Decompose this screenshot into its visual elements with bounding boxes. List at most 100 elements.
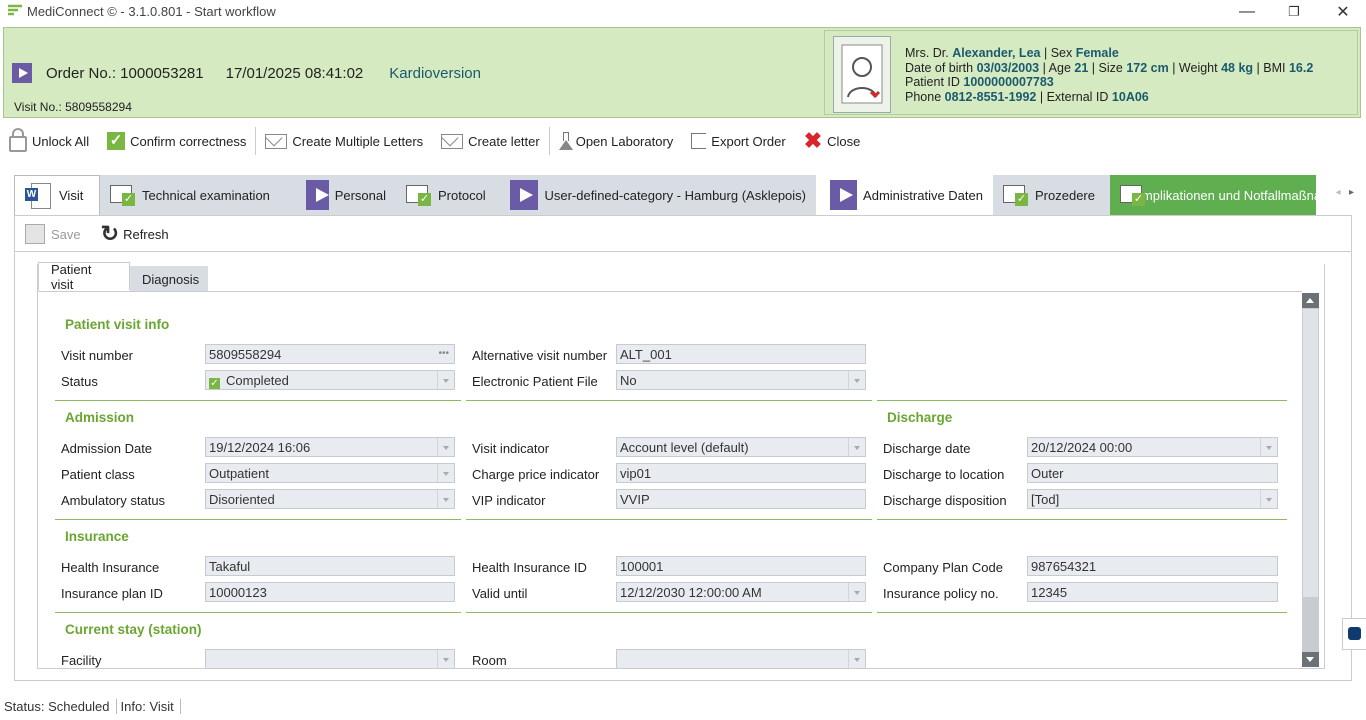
status-label: Status — [61, 374, 98, 389]
visit-number-field[interactable]: 5809558294 ••• — [205, 344, 455, 364]
discharge-location-field[interactable]: Outer — [1027, 463, 1278, 483]
dropdown-arrow-icon[interactable] — [437, 438, 454, 456]
title-bar: MediConnect © - 3.1.0.801 - Start workfl… — [0, 0, 1366, 24]
health-insurance-id-label: Health Insurance ID — [472, 560, 587, 575]
dropdown-arrow-icon[interactable] — [848, 650, 865, 668]
tab-prozedere[interactable]: Prozedere — [993, 175, 1110, 215]
section-current-stay: Current stay (station) — [65, 622, 202, 637]
discharge-disposition-select[interactable]: [Tod] — [1027, 489, 1278, 509]
dropdown-arrow-icon[interactable] — [437, 371, 454, 389]
divider — [15, 251, 1351, 252]
more-icon[interactable]: ••• — [438, 346, 449, 361]
remote-support-widget-icon[interactable] — [1342, 618, 1366, 650]
export-icon — [691, 133, 707, 149]
tab-visit[interactable]: Visit — [14, 175, 100, 215]
valid-until-field[interactable]: 12/12/2030 12:00:00 AM — [616, 582, 866, 602]
scroll-up-icon[interactable] — [1302, 293, 1319, 308]
tab-protocol[interactable]: Protocol — [396, 175, 500, 215]
charge-price-indicator-field[interactable]: vip01 — [616, 463, 866, 483]
vip-indicator-field[interactable]: VVIP — [616, 489, 866, 509]
room-select[interactable] — [616, 649, 866, 668]
dropdown-arrow-icon[interactable] — [848, 583, 865, 601]
divider — [877, 612, 1287, 613]
play-icon — [830, 180, 858, 210]
discharge-date-label: Discharge date — [883, 441, 971, 456]
company-plan-code-field[interactable]: 987654321 — [1027, 556, 1278, 576]
procedure-name: Kardioversion — [389, 64, 481, 82]
patient-info-box: Mrs. Dr. Alexander, Lea | Sex Female Dat… — [824, 30, 1358, 115]
patient-class-select[interactable]: Outpatient — [205, 463, 455, 483]
tab-komplikationen[interactable]: Komplikationen und Notfallmaßnahmen — [1110, 175, 1316, 215]
subtab-diagnosis[interactable]: Diagnosis — [130, 266, 208, 292]
restore-button[interactable]: ❐ — [1271, 0, 1317, 24]
form-scrollbar[interactable] — [1302, 293, 1319, 667]
admission-date-field[interactable]: 19/12/2024 16:06 — [205, 437, 455, 457]
electronic-patient-file-select[interactable]: No — [616, 370, 866, 390]
chevron-right-icon[interactable]: ▸ — [1349, 187, 1354, 198]
divider — [877, 400, 1287, 401]
health-insurance-id-field[interactable]: 100001 — [616, 556, 866, 576]
dropdown-arrow-icon[interactable] — [848, 371, 865, 389]
insurance-plan-id-label: Insurance plan ID — [61, 586, 163, 601]
close-window-button[interactable]: ✕ — [1320, 0, 1366, 24]
order-datetime: 17/01/2025 08:41:02 — [225, 64, 364, 82]
save-disk-icon — [25, 224, 45, 244]
section-admission: Admission — [65, 410, 135, 425]
ambulatory-status-label: Ambulatory status — [61, 493, 166, 508]
visit-number-label: Visit number — [61, 348, 134, 363]
facility-label: Facility — [61, 653, 102, 668]
play-icon[interactable] — [12, 63, 32, 83]
scroll-thumb[interactable] — [1303, 309, 1318, 597]
tab-scroll-arrows[interactable]: ◂ ▸ — [1336, 187, 1354, 198]
envelope-icon — [265, 133, 288, 149]
alt-visit-number-field[interactable]: ALT_001 — [616, 344, 866, 364]
calendar-check-icon — [110, 183, 136, 207]
visit-indicator-select[interactable]: Account level (default) — [616, 437, 866, 457]
status-select[interactable]: ✓ Completed — [205, 370, 455, 390]
sub-toolbar: Save ↻ Refresh — [25, 221, 169, 246]
divider — [55, 400, 461, 401]
dropdown-arrow-icon[interactable] — [1260, 490, 1277, 508]
electronic-patient-file-label: Electronic Patient File — [472, 374, 598, 389]
close-order-button[interactable]: ✖ Close — [795, 126, 870, 156]
dropdown-arrow-icon[interactable] — [848, 438, 865, 456]
insurance-plan-id-field[interactable]: 10000123 — [205, 582, 455, 602]
patient-name: Alexander, Lea — [952, 46, 1041, 60]
save-button[interactable]: Save — [25, 224, 81, 244]
dropdown-arrow-icon[interactable] — [1260, 438, 1277, 456]
discharge-date-field[interactable]: 20/12/2024 00:00 — [1027, 437, 1278, 457]
tab-personal[interactable]: Personal — [296, 175, 396, 215]
facility-select[interactable] — [205, 649, 455, 668]
refresh-button[interactable]: ↻ Refresh — [100, 221, 169, 246]
insurance-policy-no-label: Insurance policy no. — [883, 586, 999, 601]
dropdown-arrow-icon[interactable] — [437, 464, 454, 482]
create-multiple-letters-button[interactable]: Create Multiple Letters — [256, 126, 432, 156]
tab-administrative-daten[interactable]: Administrative Daten — [820, 175, 993, 215]
tab-technical-examination[interactable]: Technical examination — [100, 175, 296, 215]
tab-user-defined-category[interactable]: User-defined-category - Hamburg (Asklepo… — [500, 175, 816, 215]
dropdown-arrow-icon[interactable] — [437, 650, 454, 668]
scroll-down-icon[interactable] — [1302, 652, 1319, 667]
unlock-all-button[interactable]: Unlock All — [0, 126, 98, 156]
subtab-patient-visit[interactable]: Patient visit — [38, 262, 130, 292]
open-laboratory-button[interactable]: Open Laboratory — [550, 126, 683, 156]
create-letter-button[interactable]: Create letter — [432, 126, 549, 156]
discharge-location-label: Discharge to location — [883, 467, 1005, 482]
ambulatory-status-select[interactable]: Disoriented — [205, 489, 455, 509]
insurance-policy-no-field[interactable]: 12345 — [1027, 582, 1278, 602]
health-insurance-field[interactable]: Takaful — [205, 556, 455, 576]
divider — [466, 400, 872, 401]
divider — [877, 519, 1287, 520]
divider — [466, 519, 872, 520]
window-title: MediConnect © - 3.1.0.801 - Start workfl… — [27, 4, 276, 19]
export-order-button[interactable]: Export Order — [682, 126, 794, 156]
confirm-correctness-button[interactable]: ✓ Confirm correctness — [98, 126, 255, 156]
patient-visit-form: Patient visit info Visit number 58095582… — [38, 291, 1302, 668]
dropdown-arrow-icon[interactable] — [437, 490, 454, 508]
chevron-left-icon[interactable]: ◂ — [1336, 187, 1341, 198]
visit-content-frame: Save ↻ Refresh Patient visit Diagnosis Pa… — [14, 215, 1352, 681]
patient-avatar-icon — [833, 36, 891, 113]
play-icon — [510, 180, 539, 210]
refresh-icon: ↻ — [100, 221, 120, 246]
minimize-button[interactable]: — — [1224, 0, 1270, 24]
